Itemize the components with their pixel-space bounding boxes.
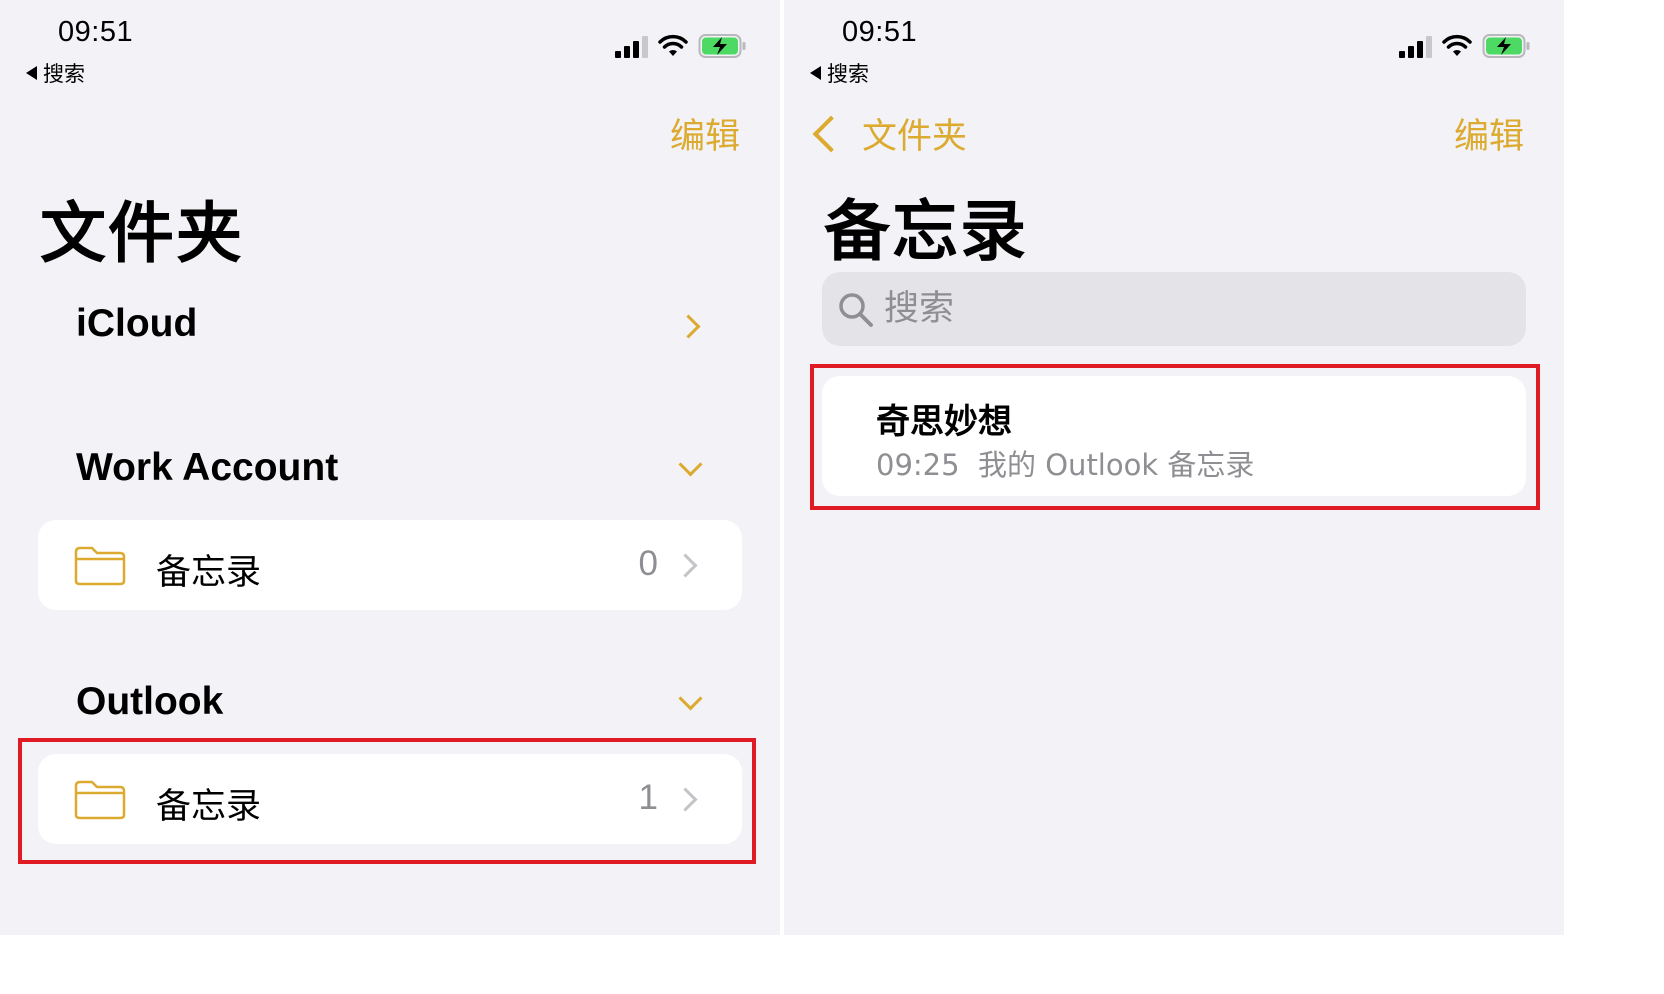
folders-screen: 09:51 搜索 编辑 文件夹 iCloud Work Account 备忘录 … bbox=[0, 0, 780, 935]
wifi-icon bbox=[658, 34, 688, 56]
page-title: 文件夹 bbox=[40, 195, 244, 272]
search-field[interactable] bbox=[822, 272, 1526, 346]
search-icon bbox=[839, 293, 873, 327]
search-input[interactable] bbox=[884, 272, 1484, 346]
chevron-right-icon bbox=[673, 553, 698, 578]
cellular-signal-icon bbox=[615, 36, 648, 58]
edit-button[interactable]: 编辑 bbox=[670, 108, 740, 159]
chevron-down-icon[interactable] bbox=[678, 686, 703, 711]
folder-label: 备忘录 bbox=[156, 787, 262, 827]
cellular-signal-icon bbox=[1399, 36, 1432, 58]
notes-list-screen: 09:51 搜索 文件夹 编辑 备忘录 搜索 奇思妙想 09:25 我的 Out… bbox=[784, 0, 1564, 935]
back-app-label: 搜索 bbox=[827, 62, 869, 86]
edit-button[interactable]: 编辑 bbox=[1454, 108, 1524, 159]
note-subtitle: 09:25 我的 Outlook 备忘录 bbox=[876, 442, 1254, 484]
status-time: 09:51 bbox=[58, 16, 134, 48]
chevron-left-icon bbox=[812, 115, 850, 152]
section-title-icloud[interactable]: iCloud bbox=[76, 302, 197, 346]
note-count: 1 bbox=[638, 778, 658, 817]
chevron-down-icon[interactable] bbox=[678, 452, 703, 477]
note-count: 0 bbox=[638, 544, 658, 583]
battery-charging-icon bbox=[1482, 34, 1530, 58]
back-app-label: 搜索 bbox=[43, 62, 85, 86]
wifi-icon bbox=[1442, 34, 1472, 56]
folder-label: 备忘录 bbox=[156, 553, 262, 593]
note-time: 09:25 bbox=[876, 448, 960, 482]
chevron-right-icon bbox=[673, 787, 698, 812]
status-time: 09:51 bbox=[842, 16, 918, 48]
back-triangle-icon bbox=[810, 66, 821, 80]
folder-row-work-notes[interactable]: 备忘录 0 bbox=[38, 520, 742, 610]
folder-row-outlook-notes[interactable]: 备忘录 1 bbox=[38, 754, 742, 844]
back-to-search-link[interactable]: 搜索 bbox=[26, 58, 85, 88]
section-title-work-account[interactable]: Work Account bbox=[76, 446, 338, 490]
page-title: 备忘录 bbox=[824, 193, 1028, 270]
folder-icon bbox=[74, 780, 126, 820]
back-label: 文件夹 bbox=[862, 117, 968, 157]
folder-icon bbox=[74, 546, 126, 586]
note-preview: 我的 Outlook 备忘录 bbox=[978, 448, 1255, 482]
note-item[interactable]: 奇思妙想 09:25 我的 Outlook 备忘录 bbox=[822, 376, 1526, 496]
chevron-right-icon[interactable] bbox=[676, 314, 701, 339]
back-to-search-link[interactable]: 搜索 bbox=[810, 58, 869, 88]
back-to-folders-button[interactable]: 文件夹 bbox=[810, 108, 967, 159]
status-icons bbox=[614, 33, 748, 59]
note-title: 奇思妙想 bbox=[876, 402, 1012, 442]
section-title-outlook[interactable]: Outlook bbox=[76, 680, 223, 724]
status-icons bbox=[1398, 33, 1532, 59]
back-triangle-icon bbox=[26, 66, 37, 80]
battery-charging-icon bbox=[698, 34, 746, 58]
